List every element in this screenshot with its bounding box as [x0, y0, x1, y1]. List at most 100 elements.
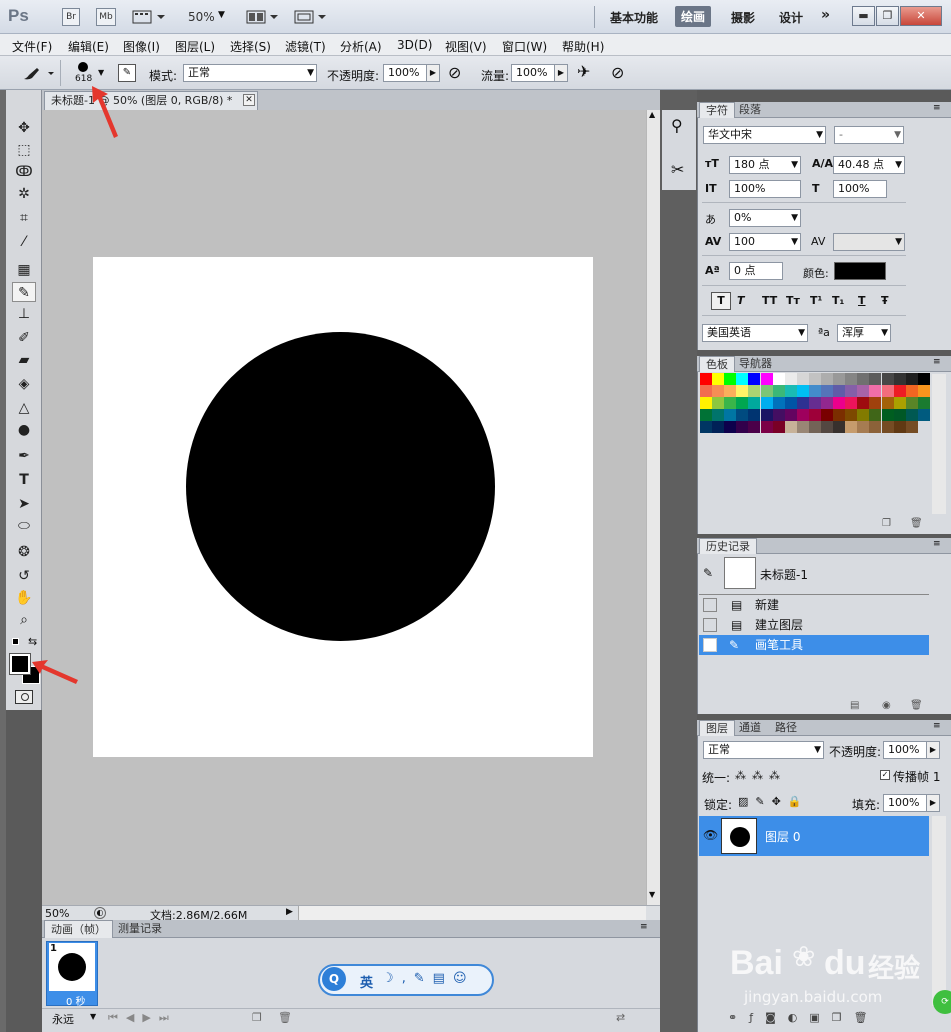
panel-menu-icon[interactable]: ≡: [640, 922, 648, 932]
dodge-tool-icon[interactable]: ●: [12, 420, 36, 440]
propagate-checkbox[interactable]: ✓: [880, 770, 890, 780]
swatch[interactable]: [712, 409, 725, 421]
screen-mode-button[interactable]: [294, 9, 328, 25]
move-tool-icon[interactable]: ✥: [12, 118, 36, 138]
paint-bucket-tool-icon[interactable]: ◈: [12, 374, 36, 394]
swatch[interactable]: [905, 397, 918, 409]
swatch[interactable]: [724, 421, 737, 433]
3d-orbit-tool-icon[interactable]: ↺: [12, 566, 36, 586]
swatch[interactable]: [869, 373, 882, 385]
swatch[interactable]: [712, 421, 725, 433]
zoom-tool-icon[interactable]: ⌕: [12, 610, 36, 630]
tracking-input[interactable]: 100 ▼: [729, 233, 801, 251]
swatch[interactable]: [808, 385, 821, 397]
fill-input[interactable]: 100%: [883, 794, 927, 812]
swatch[interactable]: [772, 397, 785, 409]
timeline-convert-icon[interactable]: ⇄: [616, 1011, 625, 1024]
swatch[interactable]: [833, 409, 846, 421]
brush-tip-preview[interactable]: [78, 62, 88, 72]
delete-frame-icon[interactable]: 🗑: [278, 1011, 292, 1024]
swatch[interactable]: [736, 397, 749, 409]
swatch[interactable]: [893, 373, 906, 385]
tsume-input[interactable]: 0% ▼: [729, 209, 801, 227]
unify-buttons[interactable]: ⁂⁂⁂: [735, 769, 786, 782]
new-document-from-state-icon[interactable]: ▤: [850, 700, 859, 711]
pressure-size-icon[interactable]: ⊘: [611, 63, 624, 82]
swatch[interactable]: [833, 397, 846, 409]
workspace-design[interactable]: 设计: [779, 9, 803, 26]
snapshot-thumbnail[interactable]: [724, 557, 756, 589]
font-style-select[interactable]: - ▼: [834, 126, 904, 144]
swatch[interactable]: [796, 409, 809, 421]
swatch[interactable]: [748, 373, 761, 385]
swatch[interactable]: [893, 409, 906, 421]
hand-tool-icon[interactable]: ✋: [12, 588, 36, 608]
swatch[interactable]: [845, 385, 858, 397]
arrange-documents-button[interactable]: [246, 9, 280, 25]
tab-layers[interactable]: 图层: [699, 720, 735, 736]
swatch[interactable]: [845, 421, 858, 433]
superscript-button[interactable]: T¹: [810, 294, 822, 307]
history-item[interactable]: ▤ 建立图层: [699, 615, 929, 635]
swatch[interactable]: [869, 385, 882, 397]
swatch[interactable]: [748, 409, 761, 421]
scroll-down-icon[interactable]: ▼: [649, 890, 655, 899]
zoom-level[interactable]: 50%: [188, 10, 215, 24]
swatch[interactable]: [760, 421, 773, 433]
mini-bridge-button[interactable]: Mb: [96, 8, 116, 26]
marquee-tool-icon[interactable]: ⬚: [12, 140, 36, 160]
swatch[interactable]: [905, 385, 918, 397]
snapshot-source-icon[interactable]: ✎: [703, 566, 713, 580]
delete-state-icon[interactable]: 🗑: [910, 700, 923, 711]
lasso-tool-icon[interactable]: ↂ: [12, 162, 36, 182]
kerning-input[interactable]: ▼: [833, 233, 905, 251]
layer-opacity-input[interactable]: 100%: [883, 741, 927, 759]
menu-analysis[interactable]: 分析(A): [340, 38, 382, 55]
pressure-opacity-icon[interactable]: ⊘: [448, 63, 461, 82]
healing-brush-tool-icon[interactable]: ▦: [12, 260, 36, 280]
swatch[interactable]: [893, 397, 906, 409]
panel-menu-icon[interactable]: ≡: [933, 357, 941, 367]
delete-swatch-icon[interactable]: 🗑: [910, 518, 923, 529]
swatch[interactable]: [724, 409, 737, 421]
clone-stamp-tool-icon[interactable]: ⊥: [12, 304, 36, 324]
swatch[interactable]: [700, 397, 712, 409]
fill-slider-button[interactable]: ▶: [926, 794, 940, 812]
bridge-button[interactable]: Br: [62, 8, 80, 26]
brush-panel-toggle-icon[interactable]: ✎: [118, 64, 136, 82]
swatch[interactable]: [881, 409, 894, 421]
swatch[interactable]: [700, 385, 712, 397]
swatch[interactable]: [796, 421, 809, 433]
swatch[interactable]: [905, 421, 918, 433]
swatch[interactable]: [857, 373, 870, 385]
eraser-tool-icon[interactable]: ▰: [12, 350, 36, 370]
loop-dropdown-icon[interactable]: ▼: [90, 1012, 96, 1021]
path-selection-tool-icon[interactable]: ➤: [12, 494, 36, 514]
menu-select[interactable]: 选择(S): [230, 38, 271, 55]
swatch[interactable]: [893, 421, 906, 433]
eyedropper-tool-icon[interactable]: ⁄: [12, 232, 36, 252]
swatch[interactable]: [857, 397, 870, 409]
tab-animation-frames[interactable]: 动画（帧）: [44, 920, 113, 938]
workspace-painting[interactable]: 绘画: [675, 6, 712, 27]
brush-tool-icon[interactable]: ✎: [12, 282, 36, 302]
document-tab[interactable]: 未标题-1 @ 50% (图层 0, RGB/8) * ✕: [44, 91, 258, 110]
tab-paragraph[interactable]: 段落: [733, 102, 767, 118]
swatch[interactable]: [760, 409, 773, 421]
antialias-select[interactable]: 浑厚 ▼: [837, 324, 891, 342]
ime-tools-icons[interactable]: ☽‚✎▤☺: [382, 971, 475, 986]
swatch[interactable]: [724, 385, 737, 397]
swatch[interactable]: [845, 409, 858, 421]
faux-bold-button[interactable]: T: [711, 292, 731, 310]
new-snapshot-icon[interactable]: ◉: [882, 700, 891, 711]
swatch[interactable]: [712, 373, 725, 385]
swatches-scrollbar[interactable]: [932, 374, 946, 514]
swatch[interactable]: [881, 421, 894, 433]
swatch[interactable]: [784, 373, 797, 385]
ime-toolbar[interactable]: Q 英 ☽‚✎▤☺: [318, 964, 494, 996]
swatch[interactable]: [808, 397, 821, 409]
swatch[interactable]: [917, 397, 930, 409]
leading-input[interactable]: 40.48 点 ▼: [833, 156, 905, 174]
swap-colors-icon[interactable]: ⇆: [28, 635, 37, 648]
panel-menu-icon[interactable]: ≡: [933, 539, 941, 549]
